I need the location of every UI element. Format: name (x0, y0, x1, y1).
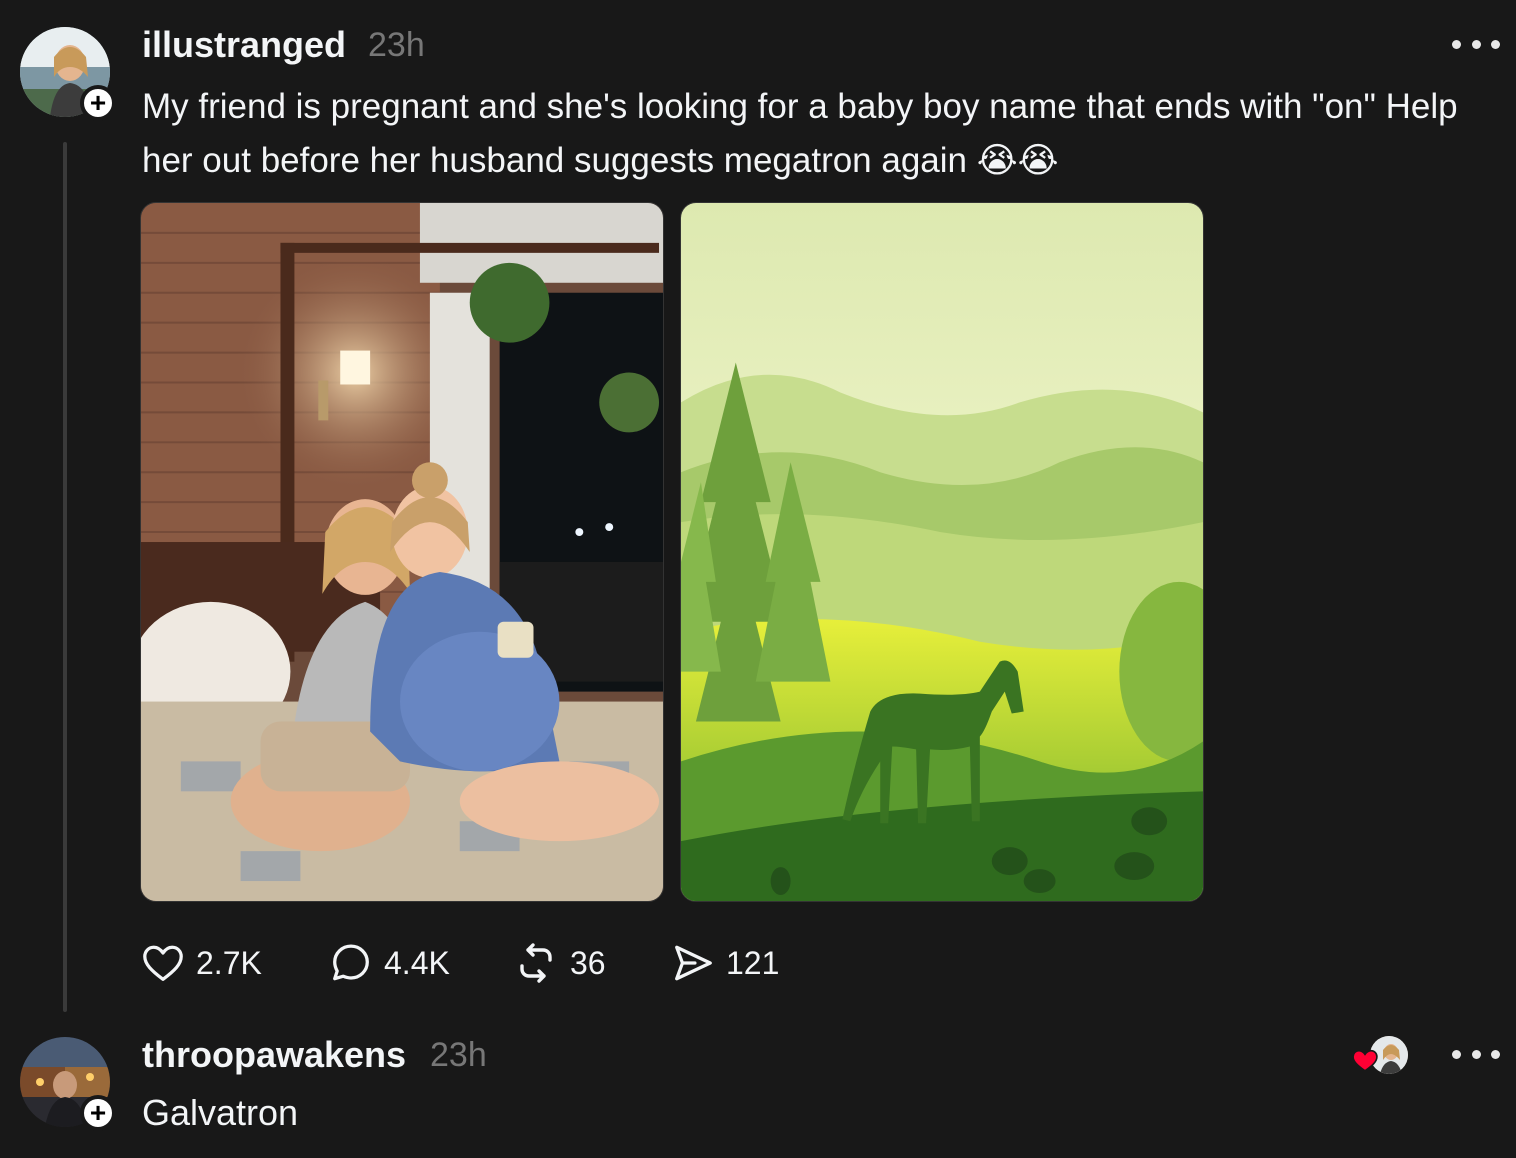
reply-button[interactable]: 4.4K (328, 938, 450, 988)
heart-icon (1352, 1049, 1378, 1072)
dot-icon (1471, 1049, 1481, 1059)
plus-icon: + (89, 1097, 107, 1128)
reply-more-options-button[interactable] (1452, 1044, 1500, 1064)
follow-button[interactable]: + (80, 85, 116, 121)
liked-by-author-indicator (1352, 1034, 1412, 1078)
more-options-button[interactable] (1452, 34, 1500, 54)
repost-icon (520, 943, 552, 983)
reply-follow-button[interactable]: + (80, 1095, 116, 1131)
heart-icon (143, 945, 183, 981)
dot-icon (1452, 1049, 1461, 1059)
dot-icon (1452, 39, 1461, 49)
post-body-text: My friend is pregnant and she's looking … (142, 87, 1458, 180)
plus-icon: + (89, 87, 107, 118)
repost-count: 36 (570, 944, 606, 981)
reply-author-username[interactable]: throopawakens (142, 1034, 406, 1076)
dot-icon (1471, 39, 1481, 49)
dot-icon (1491, 1049, 1500, 1059)
share-count: 121 (726, 944, 780, 981)
share-button[interactable]: 121 (670, 938, 779, 988)
dot-icon (1491, 39, 1500, 49)
author-avatar-wrapper[interactable]: + (20, 27, 116, 121)
comment-bubble-icon (333, 944, 369, 981)
post-photo[interactable] (140, 202, 664, 902)
illustration-horse-green-landscape-icon (681, 203, 1203, 901)
reply-count: 4.4K (384, 944, 450, 981)
photo-two-women-on-bed-icon (141, 203, 663, 901)
author-username[interactable]: illustranged (142, 24, 346, 66)
reply-timestamp: 23h (430, 1036, 487, 1074)
repost-button[interactable]: 36 (512, 938, 606, 988)
post-timestamp: 23h (368, 26, 425, 64)
like-count: 2.7K (196, 944, 262, 981)
thread-connector-line (63, 142, 67, 1012)
reply-body-text: Galvatron (142, 1092, 299, 1133)
reply-author-avatar-wrapper[interactable]: + (20, 1037, 116, 1131)
send-icon (675, 945, 712, 981)
like-button[interactable]: 2.7K (140, 938, 262, 988)
post-illustration[interactable] (680, 202, 1204, 902)
